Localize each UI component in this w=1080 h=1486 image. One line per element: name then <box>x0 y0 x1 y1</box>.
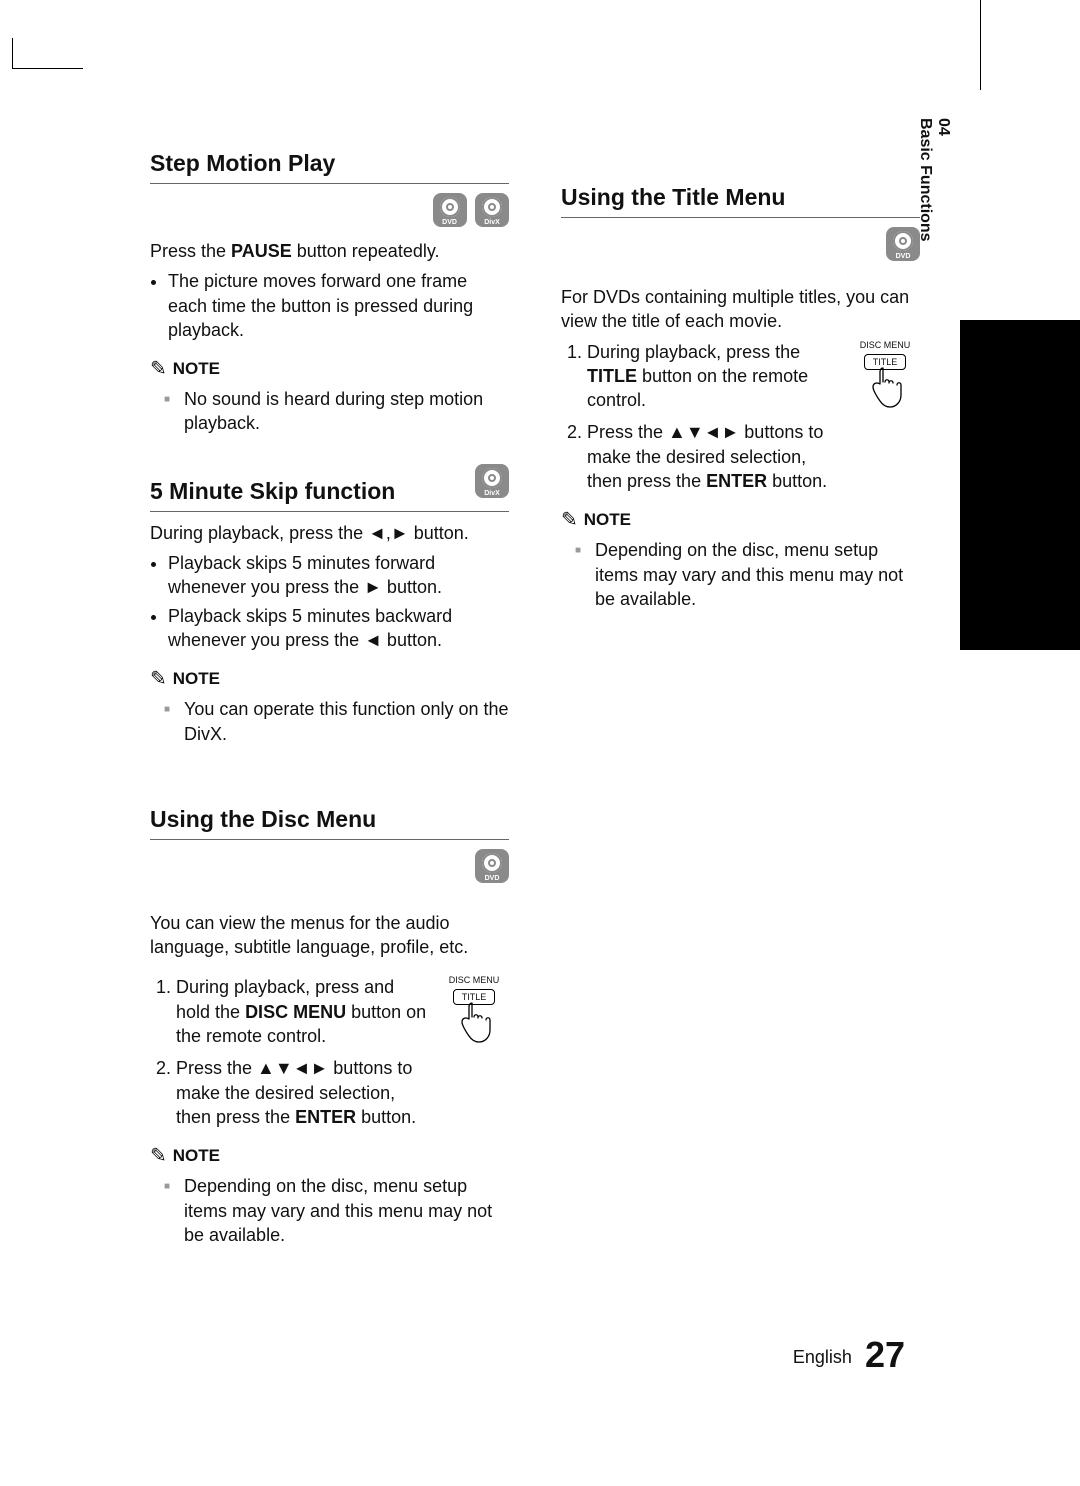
remote-illustration: DISC MENU TITLE <box>439 975 509 1047</box>
page-number: 27 <box>865 1334 905 1375</box>
media-badges: DVD DivX <box>150 193 509 227</box>
note-header: ✎ NOTE <box>150 666 509 691</box>
page-content: Step Motion Play DVD DivX Press the PAUS… <box>150 150 920 1267</box>
note-list: No sound is heard during step motion pla… <box>150 387 509 436</box>
note-header: ✎ NOTE <box>150 1143 509 1168</box>
thumb-index-tab <box>960 320 1080 650</box>
list-item: Press the ▲▼◄► buttons to make the desir… <box>176 1056 429 1129</box>
note-label: NOTE <box>173 669 220 689</box>
divx-badge-icon: DivX <box>475 464 509 498</box>
note-list: You can operate this function only on th… <box>150 697 509 746</box>
remote-button-label: TITLE <box>453 989 496 1005</box>
disc-menu-steps-block: DISC MENU TITLE During playback, press a… <box>150 975 509 1129</box>
note-list: Depending on the disc, menu setup items … <box>561 538 920 611</box>
media-badges: DVD <box>150 849 509 883</box>
crop-mark <box>12 38 83 69</box>
note-icon: ✎ <box>561 507 578 532</box>
remote-illustration: DISC MENU TITLE <box>850 340 920 412</box>
title-menu-intro: For DVDs containing multiple titles, you… <box>561 285 920 334</box>
right-column: Using the Title Menu DVD For DVDs contai… <box>561 150 920 1267</box>
disc-menu-intro: You can view the menus for the audio lan… <box>150 911 509 960</box>
dvd-badge-icon: DVD <box>886 227 920 261</box>
step-motion-bullets: The picture moves forward one frame each… <box>150 269 509 342</box>
note-icon: ✎ <box>150 1143 167 1168</box>
chapter-number: 04 <box>934 118 952 232</box>
list-item: Press the ▲▼◄► buttons to make the desir… <box>587 420 840 493</box>
divx-badge-icon: DivX <box>475 193 509 227</box>
skip-bullets: Playback skips 5 minutes forward wheneve… <box>150 551 509 652</box>
note-label: NOTE <box>173 1146 220 1166</box>
note-header: ✎ NOTE <box>561 507 920 532</box>
list-item: During playback, press and hold the DISC… <box>176 975 429 1048</box>
list-item: Playback skips 5 minutes backward whenev… <box>168 604 509 653</box>
note-label: NOTE <box>173 359 220 379</box>
note-header: ✎ NOTE <box>150 356 509 381</box>
list-item: Playback skips 5 minutes forward wheneve… <box>168 551 509 600</box>
note-label: NOTE <box>584 510 631 530</box>
step-motion-intro: Press the PAUSE button repeatedly. <box>150 239 509 263</box>
heading-skip: 5 Minute Skip function <box>150 478 509 512</box>
side-chapter-tab: 04 Basic Functions <box>916 118 952 242</box>
heading-title-menu: Using the Title Menu <box>561 184 920 218</box>
note-icon: ✎ <box>150 666 167 691</box>
left-column: Step Motion Play DVD DivX Press the PAUS… <box>150 150 509 1267</box>
page-footer: English 27 <box>793 1334 905 1376</box>
remote-top-label: DISC MENU <box>850 340 920 350</box>
crop-mark <box>980 0 981 90</box>
footer-language: English <box>793 1347 852 1367</box>
hand-press-icon <box>450 1001 498 1047</box>
list-item: Depending on the disc, menu setup items … <box>595 538 920 611</box>
dvd-badge-icon: DVD <box>433 193 467 227</box>
heading-disc-menu: Using the Disc Menu <box>150 806 509 840</box>
note-icon: ✎ <box>150 356 167 381</box>
hand-press-icon <box>861 366 909 412</box>
list-item: No sound is heard during step motion pla… <box>184 387 509 436</box>
remote-top-label: DISC MENU <box>439 975 509 985</box>
title-menu-steps-block: DISC MENU TITLE During playback, press t… <box>561 340 920 494</box>
list-item: The picture moves forward one frame each… <box>168 269 509 342</box>
list-item: Depending on the disc, menu setup items … <box>184 1174 509 1247</box>
list-item: During playback, press the TITLE button … <box>587 340 840 413</box>
heading-step-motion: Step Motion Play <box>150 150 509 184</box>
list-item: You can operate this function only on th… <box>184 697 509 746</box>
dvd-badge-icon: DVD <box>475 849 509 883</box>
skip-intro: During playback, press the ◄,► button. <box>150 521 509 545</box>
media-badges: DVD <box>561 227 920 261</box>
note-list: Depending on the disc, menu setup items … <box>150 1174 509 1247</box>
remote-button-label: TITLE <box>864 354 907 370</box>
